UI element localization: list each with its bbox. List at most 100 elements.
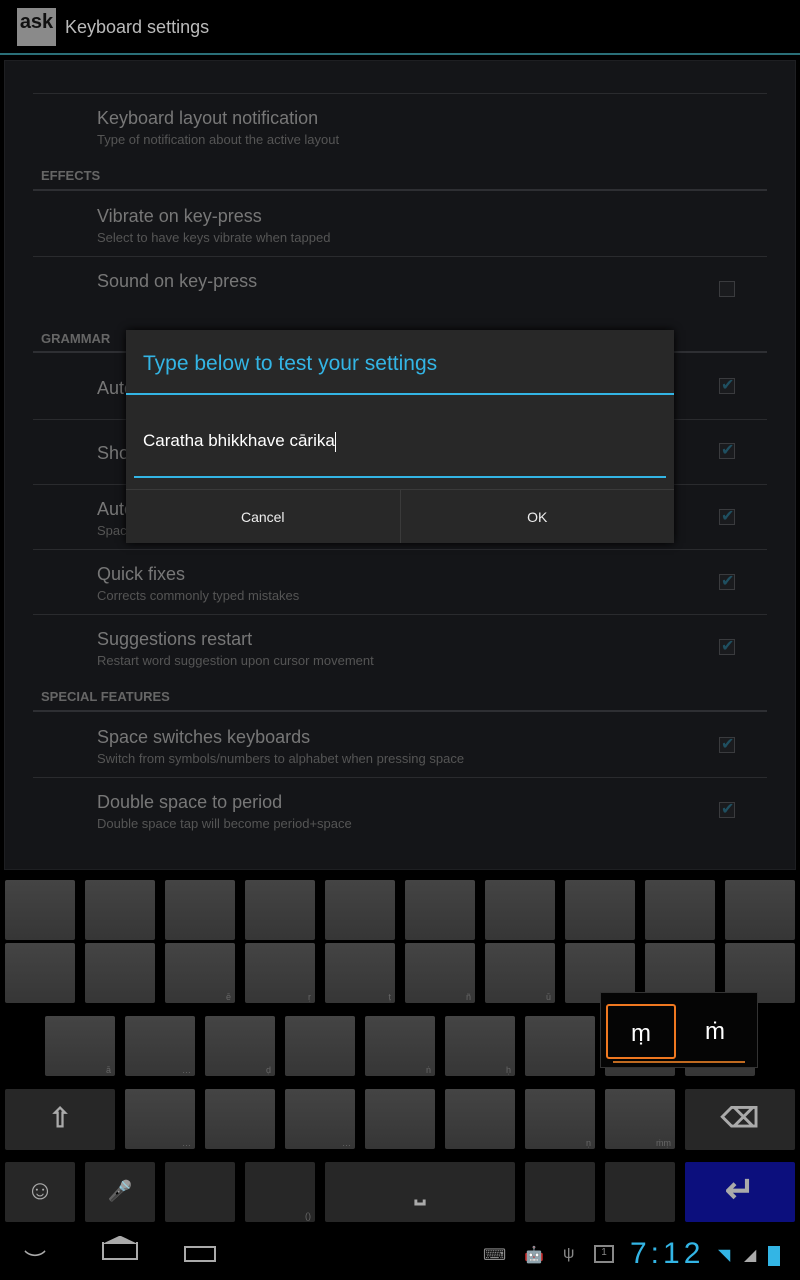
key-x[interactable] — [205, 1089, 275, 1149]
input-value: Caratha bhikkhave cārika — [143, 431, 335, 450]
key-y[interactable]: ñ — [405, 943, 475, 1003]
calendar-icon: 1 — [594, 1245, 614, 1263]
key-hint: ē — [225, 992, 231, 1002]
key-t[interactable]: ṭ — [325, 943, 395, 1003]
setting-title: Space switches keyboards — [97, 727, 311, 747]
key-hint: ū — [545, 992, 551, 1002]
setting-title: Quick fixes — [97, 564, 186, 584]
key-z[interactable]: … — [125, 1089, 195, 1149]
test-input[interactable]: Caratha bhikkhave cārika — [134, 422, 666, 478]
usb-icon: ψ — [563, 1245, 575, 1262]
key-0[interactable] — [725, 880, 795, 940]
popup-key-m-dot-below[interactable]: ṃ — [606, 1004, 676, 1059]
setting-title: Double space to period — [97, 792, 283, 812]
space-key[interactable]: ⎵ — [325, 1162, 515, 1222]
key-1[interactable] — [5, 880, 75, 940]
key-hint: ḥ — [505, 1065, 511, 1075]
setting-title: Sound on key-press — [97, 271, 258, 291]
battery-charging-icon — [768, 1246, 780, 1266]
recent-apps-icon[interactable] — [184, 1246, 216, 1262]
key-6[interactable] — [405, 880, 475, 940]
key-e[interactable]: ē — [165, 943, 235, 1003]
key-h[interactable]: ḥ — [445, 1016, 515, 1076]
key-a[interactable]: ā — [45, 1016, 115, 1076]
key-u[interactable]: ū — [485, 943, 555, 1003]
auto-1-checkbox[interactable] — [719, 375, 735, 395]
key-hint: ṇ — [585, 1138, 591, 1148]
key-g[interactable]: ṅ — [365, 1016, 435, 1076]
keyboard-icon: ⌨ — [483, 1247, 507, 1264]
emoji-key[interactable]: ☺ — [5, 1162, 75, 1222]
key-4[interactable] — [245, 880, 315, 940]
setting-subtitle: Select to have keys vibrate when tapped — [97, 230, 331, 245]
key-c[interactable]: … — [285, 1089, 355, 1149]
android-debug-icon: 🤖 — [524, 1247, 544, 1264]
key-7[interactable] — [485, 880, 555, 940]
key-hint: … — [182, 1065, 191, 1075]
double-space-checkbox[interactable] — [719, 799, 735, 819]
sound-checkbox[interactable] — [719, 281, 735, 297]
setting-subtitle: Restart word suggestion upon cursor move… — [97, 653, 374, 668]
test-settings-dialog: Type below to test your settings Caratha… — [126, 330, 674, 543]
home-icon[interactable] — [102, 1236, 138, 1260]
category-grammar: GRAMMAR — [41, 331, 111, 346]
microphone-icon: 🎤 — [107, 1180, 133, 1203]
popup-key-m-dot-above[interactable]: ṁ — [680, 1004, 750, 1059]
key-v[interactable] — [365, 1089, 435, 1149]
alternate-characters-popup: ṃ ṁ — [600, 992, 758, 1068]
key-b[interactable] — [445, 1089, 515, 1149]
setting-subtitle: Double space tap will become period+spac… — [97, 816, 352, 831]
apostrophe-key[interactable] — [605, 1162, 675, 1222]
key-w[interactable] — [85, 943, 155, 1003]
enter-key[interactable]: ↵ — [685, 1162, 795, 1222]
key-j[interactable] — [525, 1016, 595, 1076]
show-checkbox[interactable] — [719, 440, 735, 460]
shift-icon: ⇧ — [48, 1102, 72, 1133]
setting-subtitle: Corrects commonly typed mistakes — [97, 588, 300, 603]
smiley-icon: ☺ — [26, 1174, 54, 1205]
back-icon[interactable]: ︶ — [24, 1244, 46, 1276]
key-hint: … — [342, 1138, 351, 1148]
key-hint: ḍ — [265, 1065, 271, 1075]
setting-title: Suggestions restart — [97, 629, 253, 649]
period-key[interactable] — [525, 1162, 595, 1222]
key-n[interactable]: ṇ — [525, 1089, 595, 1149]
text-cursor — [334, 431, 336, 452]
key-s[interactable]: … — [125, 1016, 195, 1076]
setting-subtitle: Switch from symbols/numbers to alphabet … — [97, 751, 465, 766]
quick-fixes-checkbox[interactable] — [719, 571, 735, 591]
key-hint: ṁṃ — [656, 1138, 671, 1148]
auto-2-checkbox[interactable] — [719, 506, 735, 526]
key-2[interactable] — [85, 880, 155, 940]
question-key[interactable] — [165, 1162, 235, 1222]
comma-key[interactable]: () — [245, 1162, 315, 1222]
voice-input-key[interactable]: 🎤 — [85, 1162, 155, 1222]
page-title: Keyboard settings — [65, 17, 210, 37]
setting-title: Vibrate on key-press — [97, 206, 262, 226]
key-d[interactable]: ḍ — [205, 1016, 275, 1076]
key-m[interactable]: ṁṃ — [605, 1089, 675, 1149]
key-5[interactable] — [325, 880, 395, 940]
key-9[interactable] — [645, 880, 715, 940]
setting-show[interactable]: Sho — [97, 443, 129, 464]
key-hint: ṛ — [308, 992, 311, 1002]
suggestions-restart-checkbox[interactable] — [719, 636, 735, 656]
enter-icon: ↵ — [724, 1168, 756, 1210]
ok-button[interactable]: OK — [399, 490, 675, 543]
cancel-button[interactable]: Cancel — [126, 490, 400, 543]
backspace-icon: ⌫ — [720, 1102, 760, 1133]
setting-subtitle: Type of notification about the active la… — [97, 132, 340, 147]
key-q[interactable] — [5, 943, 75, 1003]
signal-icon: ◢ — [744, 1247, 757, 1264]
clock: 7:12 — [630, 1237, 705, 1270]
key-3[interactable] — [165, 880, 235, 940]
key-hint: ñ — [465, 992, 471, 1002]
backspace-key[interactable]: ⌫ — [685, 1089, 795, 1150]
category-special-features: SPECIAL FEATURES — [41, 689, 170, 704]
key-8[interactable] — [565, 880, 635, 940]
shift-key[interactable]: ⇧ — [5, 1089, 115, 1150]
space-switches-checkbox[interactable] — [719, 734, 735, 754]
setting-title: Keyboard layout notification — [97, 108, 319, 128]
key-f[interactable] — [285, 1016, 355, 1076]
key-r[interactable]: ṛ — [245, 943, 315, 1003]
